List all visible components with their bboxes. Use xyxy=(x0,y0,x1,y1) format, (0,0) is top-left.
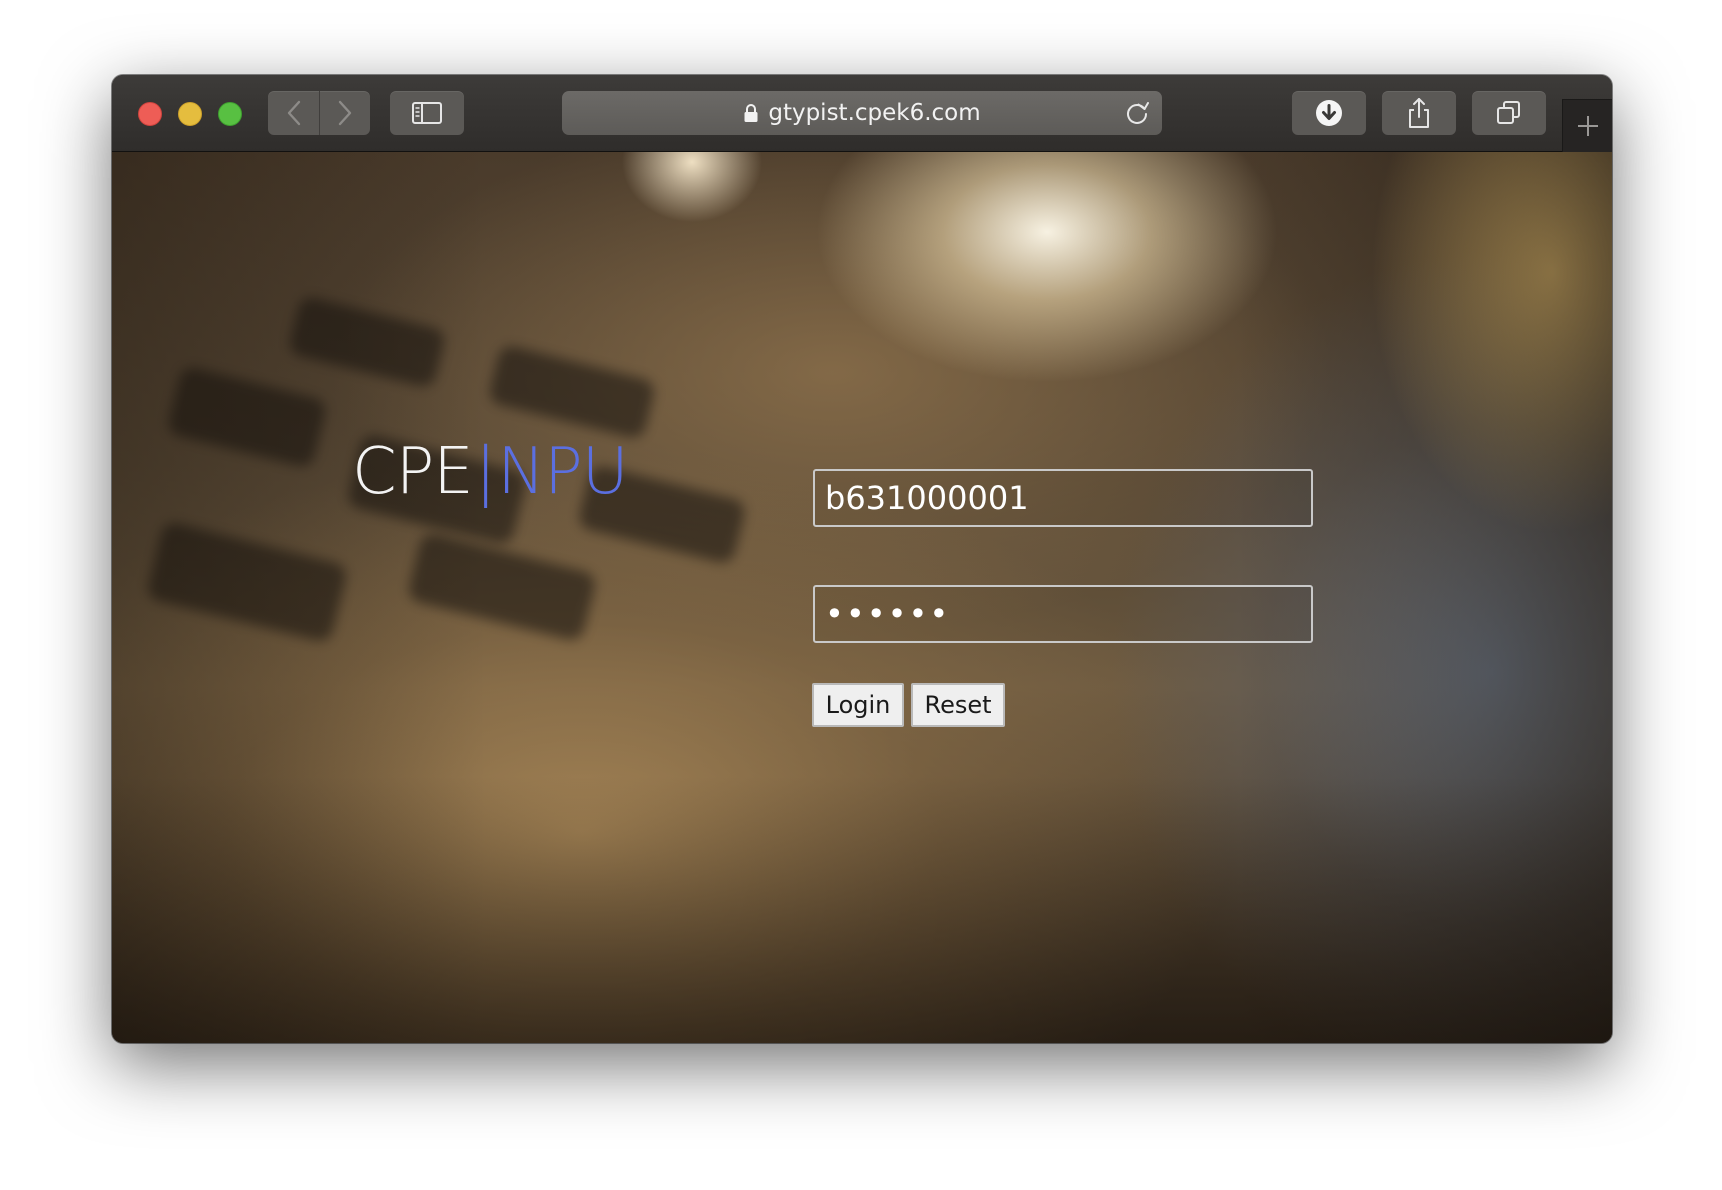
background-key xyxy=(165,364,329,470)
background-key xyxy=(145,520,349,644)
page-content: CPE | NPU Login Reset xyxy=(112,152,1612,1043)
logo-text-cpe: CPE xyxy=(352,435,474,509)
browser-window: gtypist.cpek6.com CPE | NPU b631000001 •… xyxy=(112,75,1612,1043)
address-bar[interactable]: gtypist.cpek6.com xyxy=(562,91,1162,135)
sidebar-toggle-button[interactable] xyxy=(390,91,464,135)
minimize-window-button[interactable] xyxy=(178,102,202,126)
logo-text-npu: NPU xyxy=(497,435,628,509)
site-logo: CPE | NPU xyxy=(352,435,629,509)
show-tabs-button-inner xyxy=(1472,91,1546,135)
share-icon xyxy=(1409,98,1429,128)
login-button[interactable]: Login xyxy=(812,683,904,727)
chevron-right-icon xyxy=(338,100,352,126)
show-tabs-button[interactable] xyxy=(1472,91,1546,135)
password-input[interactable] xyxy=(813,585,1313,643)
maximize-window-button[interactable] xyxy=(218,102,242,126)
url-text: gtypist.cpek6.com xyxy=(768,100,981,126)
browser-toolbar: gtypist.cpek6.com xyxy=(112,75,1612,152)
back-button[interactable] xyxy=(268,91,319,135)
sidebar-button-inner xyxy=(390,91,464,135)
share-button[interactable] xyxy=(1382,91,1456,135)
username-input[interactable] xyxy=(813,469,1313,527)
plus-icon xyxy=(1578,116,1598,136)
background-key xyxy=(286,294,448,390)
screen: gtypist.cpek6.com CPE | NPU b631000001 •… xyxy=(0,0,1722,1190)
download-icon xyxy=(1316,100,1342,126)
downloads-button-inner xyxy=(1292,91,1366,135)
background-key xyxy=(487,343,657,441)
sidebar-icon xyxy=(412,102,442,124)
background-key xyxy=(406,531,598,643)
history-nav xyxy=(268,91,370,135)
close-window-button[interactable] xyxy=(138,102,162,126)
logo-separator: | xyxy=(474,435,497,509)
tabs-icon xyxy=(1497,101,1520,124)
forward-button[interactable] xyxy=(319,91,370,135)
reload-icon[interactable] xyxy=(1124,100,1150,126)
lock-icon xyxy=(743,103,759,123)
reset-button[interactable]: Reset xyxy=(911,683,1005,727)
chevron-left-icon xyxy=(287,100,300,126)
new-tab-button[interactable] xyxy=(1562,99,1612,152)
downloads-button[interactable] xyxy=(1292,91,1366,135)
share-button-inner xyxy=(1382,91,1456,135)
